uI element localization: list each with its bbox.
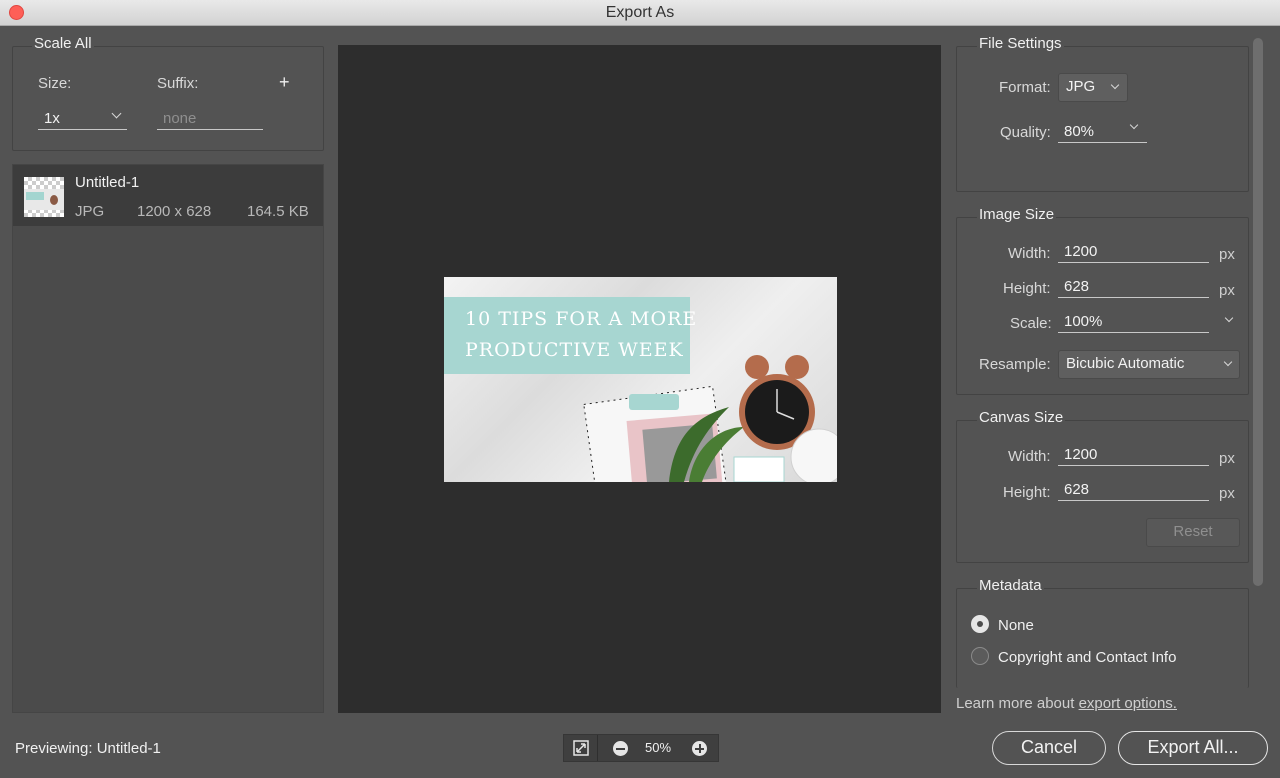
asset-dimensions: 1200 x 628	[137, 203, 212, 220]
close-window-button[interactable]	[9, 5, 24, 20]
canvas-size-title: Canvas Size	[977, 409, 1066, 426]
file-settings-title: File Settings	[977, 35, 1064, 52]
image-width-input[interactable]: 1200	[1058, 242, 1209, 263]
canvas-height-label: Height:	[1003, 484, 1051, 501]
size-select-value: 1x	[44, 110, 60, 127]
window-title: Export As	[605, 4, 675, 21]
canvas-width-unit: px	[1219, 450, 1235, 467]
resample-select-value: Bicubic Automatic	[1066, 355, 1185, 372]
image-height-unit: px	[1219, 282, 1235, 299]
scale-all-title: Scale All	[32, 35, 94, 52]
add-scale-button[interactable]: +	[279, 72, 290, 93]
suffix-input[interactable]: none	[157, 109, 263, 130]
asset-list-item[interactable]: Untitled-1 JPG 1200 x 628 164.5 KB	[13, 165, 323, 226]
image-height-label: Height:	[1003, 280, 1051, 297]
cancel-button[interactable]: Cancel	[992, 731, 1106, 765]
fit-preview-button[interactable]	[564, 735, 598, 761]
window-titlebar: Export As	[0, 0, 1280, 26]
export-all-button[interactable]: Export All...	[1118, 731, 1268, 765]
zoom-controls: 50%	[563, 734, 719, 762]
file-settings-group	[956, 46, 1249, 192]
image-width-label: Width:	[1008, 245, 1051, 262]
export-all-button-label: Export All...	[1147, 737, 1239, 757]
format-label: Format:	[999, 79, 1051, 96]
previewing-status: Previewing: Untitled-1	[15, 740, 161, 757]
reset-button[interactable]: Reset	[1146, 518, 1240, 547]
resample-label: Resample:	[979, 356, 1051, 373]
image-width-unit: px	[1219, 246, 1235, 263]
canvas-width-input[interactable]: 1200	[1058, 445, 1209, 466]
asset-list: Untitled-1 JPG 1200 x 628 164.5 KB	[12, 164, 324, 713]
image-size-title: Image Size	[977, 206, 1057, 223]
metadata-copyright-label[interactable]: Copyright and Contact Info	[998, 649, 1176, 666]
metadata-none-radio[interactable]	[971, 615, 989, 633]
asset-format: JPG	[75, 203, 105, 220]
metadata-copyright-radio[interactable]	[971, 647, 989, 665]
scale-all-group	[12, 46, 324, 151]
canvas-width-label: Width:	[1008, 448, 1051, 465]
zoom-level: 50%	[645, 740, 672, 755]
image-height-input[interactable]: 628	[1058, 277, 1209, 298]
fit-screen-icon	[573, 740, 589, 756]
quality-select-value: 80%	[1064, 123, 1095, 140]
asset-name: Untitled-1	[75, 174, 140, 191]
learn-more-text: Learn more about export options.	[956, 695, 1177, 712]
zoom-out-icon[interactable]	[613, 741, 628, 756]
learn-more-prefix: Learn more about	[956, 695, 1079, 712]
cancel-button-label: Cancel	[1020, 737, 1078, 757]
metadata-none-label[interactable]: None	[998, 617, 1034, 634]
reset-button-label: Reset	[1173, 523, 1213, 540]
asset-thumbnail	[24, 177, 64, 217]
suffix-label: Suffix:	[157, 75, 199, 92]
canvas-height-unit: px	[1219, 485, 1235, 502]
canvas-height-input[interactable]: 628	[1058, 480, 1209, 501]
preview-image: 10 TIPS FOR A MORE PRODUCTIVE WEEK	[444, 277, 837, 482]
metadata-group	[956, 588, 1249, 688]
scale-select[interactable]: 100%	[1058, 312, 1209, 333]
size-label: Size:	[38, 75, 72, 92]
export-options-link[interactable]: export options.	[1079, 695, 1177, 712]
format-select-value: JPG	[1066, 78, 1096, 95]
quality-label: Quality:	[1000, 124, 1051, 141]
zoom-in-icon[interactable]	[692, 741, 707, 756]
suffix-placeholder: none	[163, 110, 197, 127]
resample-select[interactable]: Bicubic Automatic	[1058, 350, 1240, 379]
settings-scrollbar-thumb[interactable]	[1253, 38, 1263, 586]
preview-illustration	[583, 355, 837, 482]
metadata-title: Metadata	[977, 577, 1044, 594]
asset-file-size: 164.5 KB	[247, 203, 309, 220]
scale-label: Scale:	[1010, 315, 1052, 332]
format-select[interactable]: JPG	[1058, 73, 1128, 102]
preview-area: 10 TIPS FOR A MORE PRODUCTIVE WEEK	[338, 45, 941, 713]
